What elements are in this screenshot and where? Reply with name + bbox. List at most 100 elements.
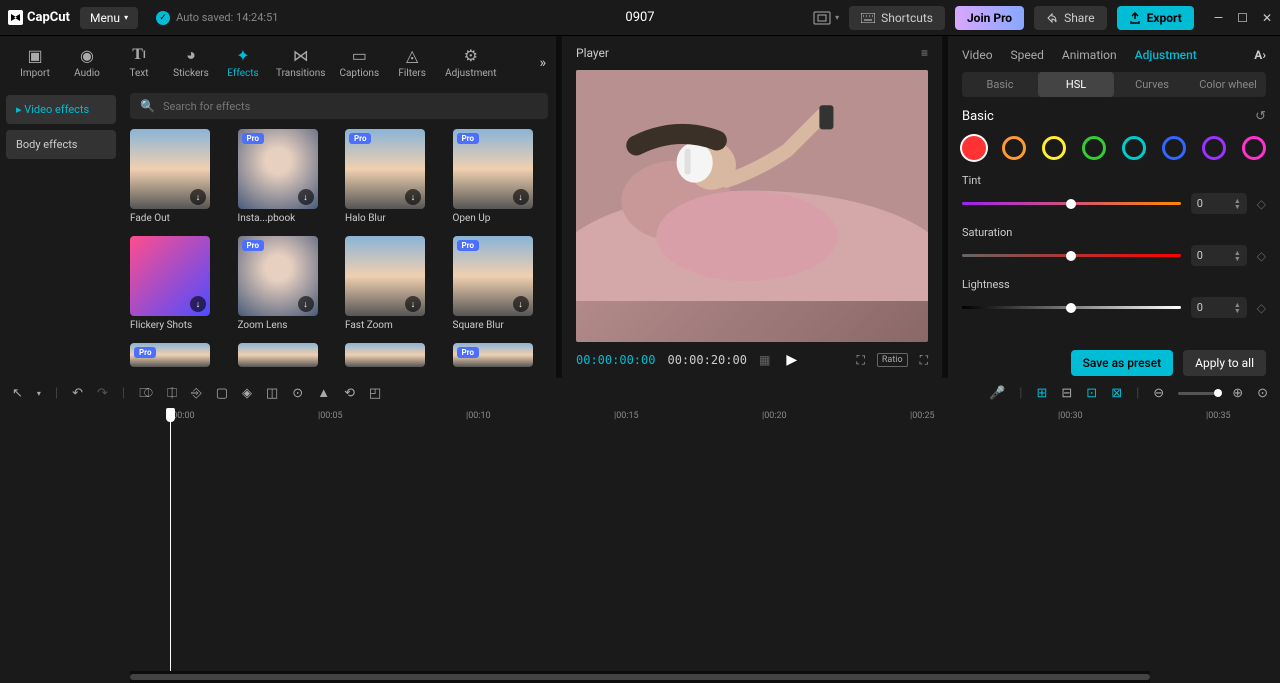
link-tool[interactable]: ⊟: [1061, 386, 1072, 401]
close-button[interactable]: ✕: [1262, 11, 1272, 25]
tab-stickers[interactable]: ◕Stickers: [166, 42, 216, 83]
rtab-animation[interactable]: Animation: [1062, 48, 1117, 62]
magnet-tool[interactable]: ⊞: [1036, 386, 1047, 401]
hsl-color-swatch[interactable]: [1082, 136, 1106, 160]
rtabs-overflow[interactable]: A›: [1254, 48, 1266, 62]
snap-tool[interactable]: ⊡: [1086, 386, 1097, 401]
effect-item[interactable]: ↓ Flickery Shots: [130, 236, 226, 331]
lightness-slider[interactable]: [962, 306, 1181, 309]
redo-button[interactable]: ↷: [97, 386, 108, 401]
player-video[interactable]: [576, 70, 928, 342]
playhead-handle[interactable]: [166, 408, 175, 422]
effects-search[interactable]: 🔍: [130, 93, 548, 119]
rtab-adjustment[interactable]: Adjustment: [1135, 48, 1197, 62]
undo-button[interactable]: ↶: [72, 386, 83, 401]
split-right-tool[interactable]: ⎆: [191, 386, 201, 401]
hsl-color-swatch[interactable]: [1122, 136, 1146, 160]
menu-button[interactable]: Menu▾: [80, 7, 138, 29]
join-pro-button[interactable]: Join Pro: [955, 6, 1024, 30]
tab-filters[interactable]: ◬Filters: [387, 42, 437, 83]
effect-item[interactable]: [345, 343, 441, 367]
subtab-colorwheel[interactable]: Color wheel: [1190, 72, 1266, 97]
hsl-color-swatch[interactable]: [1042, 136, 1066, 160]
grid-icon[interactable]: ▦: [759, 353, 770, 367]
crop-icon[interactable]: ⛶: [856, 353, 864, 368]
subtab-basic[interactable]: Basic: [962, 72, 1038, 97]
lightness-keyframe[interactable]: ◇: [1257, 301, 1266, 315]
timeline-scrollbar[interactable]: [130, 671, 1150, 683]
saturation-value-input[interactable]: 0▲▼: [1191, 245, 1247, 266]
download-icon[interactable]: ↓: [513, 189, 529, 205]
fullscreen-icon[interactable]: ⛶: [920, 353, 928, 368]
tab-audio[interactable]: ◉Audio: [62, 42, 112, 83]
category-body-effects[interactable]: Body effects: [6, 130, 116, 159]
effect-item[interactable]: Pro ↓ Halo Blur: [345, 129, 441, 224]
export-button[interactable]: Export: [1117, 6, 1194, 30]
subtab-hsl[interactable]: HSL: [1038, 72, 1114, 97]
tint-keyframe[interactable]: ◇: [1257, 197, 1266, 211]
lightness-value-input[interactable]: 0▲▼: [1191, 297, 1247, 318]
tab-adjustment[interactable]: ⚙Adjustment: [439, 42, 502, 83]
maximize-button[interactable]: ☐: [1237, 11, 1248, 25]
effect-item[interactable]: ↓ Fade Out: [130, 129, 226, 224]
effect-item[interactable]: Pro ↓ Open Up: [453, 129, 549, 224]
crop-tool[interactable]: ◫: [266, 386, 278, 401]
download-icon[interactable]: ↓: [405, 296, 421, 312]
tint-slider[interactable]: [962, 202, 1181, 205]
hsl-color-swatch[interactable]: [1242, 136, 1266, 160]
hsl-color-swatch[interactable]: [962, 136, 986, 160]
download-icon[interactable]: ↓: [190, 189, 206, 205]
effect-item[interactable]: Pro ↓ Zoom Lens: [238, 236, 334, 331]
mic-icon[interactable]: 🎤: [989, 386, 1005, 401]
split-left-tool[interactable]: ⎅: [167, 386, 177, 401]
mirror-tool[interactable]: ▲: [317, 385, 330, 401]
hsl-color-swatch[interactable]: [1002, 136, 1026, 160]
save-preset-button[interactable]: Save as preset: [1071, 350, 1173, 376]
player-menu-icon[interactable]: ≡: [921, 46, 928, 60]
share-button[interactable]: Share: [1034, 6, 1107, 30]
reset-icon[interactable]: ↺: [1255, 109, 1266, 124]
tabs-overflow-button[interactable]: »: [539, 55, 546, 71]
preview-tool[interactable]: ⊠: [1111, 386, 1122, 401]
shortcuts-button[interactable]: Shortcuts: [849, 6, 945, 30]
ratio-button[interactable]: Ratio: [877, 353, 908, 367]
select-dropdown[interactable]: ▾: [37, 389, 41, 398]
download-icon[interactable]: ↓: [298, 189, 314, 205]
effect-item[interactable]: Pro ↓ Insta...pbook: [238, 129, 334, 224]
tab-transitions[interactable]: ⋈Transitions: [270, 42, 331, 83]
aspect-ratio-button[interactable]: ▾: [813, 11, 839, 25]
download-icon[interactable]: ↓: [190, 296, 206, 312]
effect-item[interactable]: ↓ Fast Zoom: [345, 236, 441, 331]
effect-item[interactable]: Pro: [453, 343, 549, 367]
category-video-effects[interactable]: ▸ Video effects: [6, 95, 116, 124]
effects-search-input[interactable]: [163, 100, 538, 113]
tint-value-input[interactable]: 0▲▼: [1191, 193, 1247, 214]
rotate-tool[interactable]: ⟲: [344, 386, 355, 401]
tab-effects[interactable]: ✦Effects: [218, 42, 268, 83]
saturation-keyframe[interactable]: ◇: [1257, 249, 1266, 263]
delete-tool[interactable]: ▢: [216, 386, 228, 401]
split-tool[interactable]: ⎄: [139, 386, 153, 401]
tab-text[interactable]: TIText: [114, 42, 164, 83]
rtab-video[interactable]: Video: [962, 48, 993, 62]
speed-tool[interactable]: ⊙: [292, 386, 303, 401]
effect-item[interactable]: Pro: [130, 343, 226, 367]
zoom-out-button[interactable]: ⊖: [1153, 386, 1164, 401]
apply-all-button[interactable]: Apply to all: [1183, 350, 1266, 376]
select-tool[interactable]: ↖: [12, 386, 23, 401]
timeline-ruler[interactable]: |00:00|00:05|00:10|00:15|00:20|00:25|00:…: [170, 408, 1280, 428]
tab-import[interactable]: ▣Import: [10, 42, 60, 83]
fit-button[interactable]: ⊙: [1257, 386, 1268, 401]
zoom-in-button[interactable]: ⊕: [1232, 386, 1243, 401]
marker-tool[interactable]: ◈: [242, 386, 252, 401]
crop2-tool[interactable]: ◰: [369, 386, 381, 401]
effect-item[interactable]: [238, 343, 334, 367]
saturation-slider[interactable]: [962, 254, 1181, 257]
download-icon[interactable]: ↓: [405, 189, 421, 205]
tab-captions[interactable]: ▭Captions: [333, 42, 385, 83]
hsl-color-swatch[interactable]: [1162, 136, 1186, 160]
zoom-slider[interactable]: [1178, 392, 1218, 395]
rtab-speed[interactable]: Speed: [1011, 48, 1044, 62]
hsl-color-swatch[interactable]: [1202, 136, 1226, 160]
subtab-curves[interactable]: Curves: [1114, 72, 1190, 97]
